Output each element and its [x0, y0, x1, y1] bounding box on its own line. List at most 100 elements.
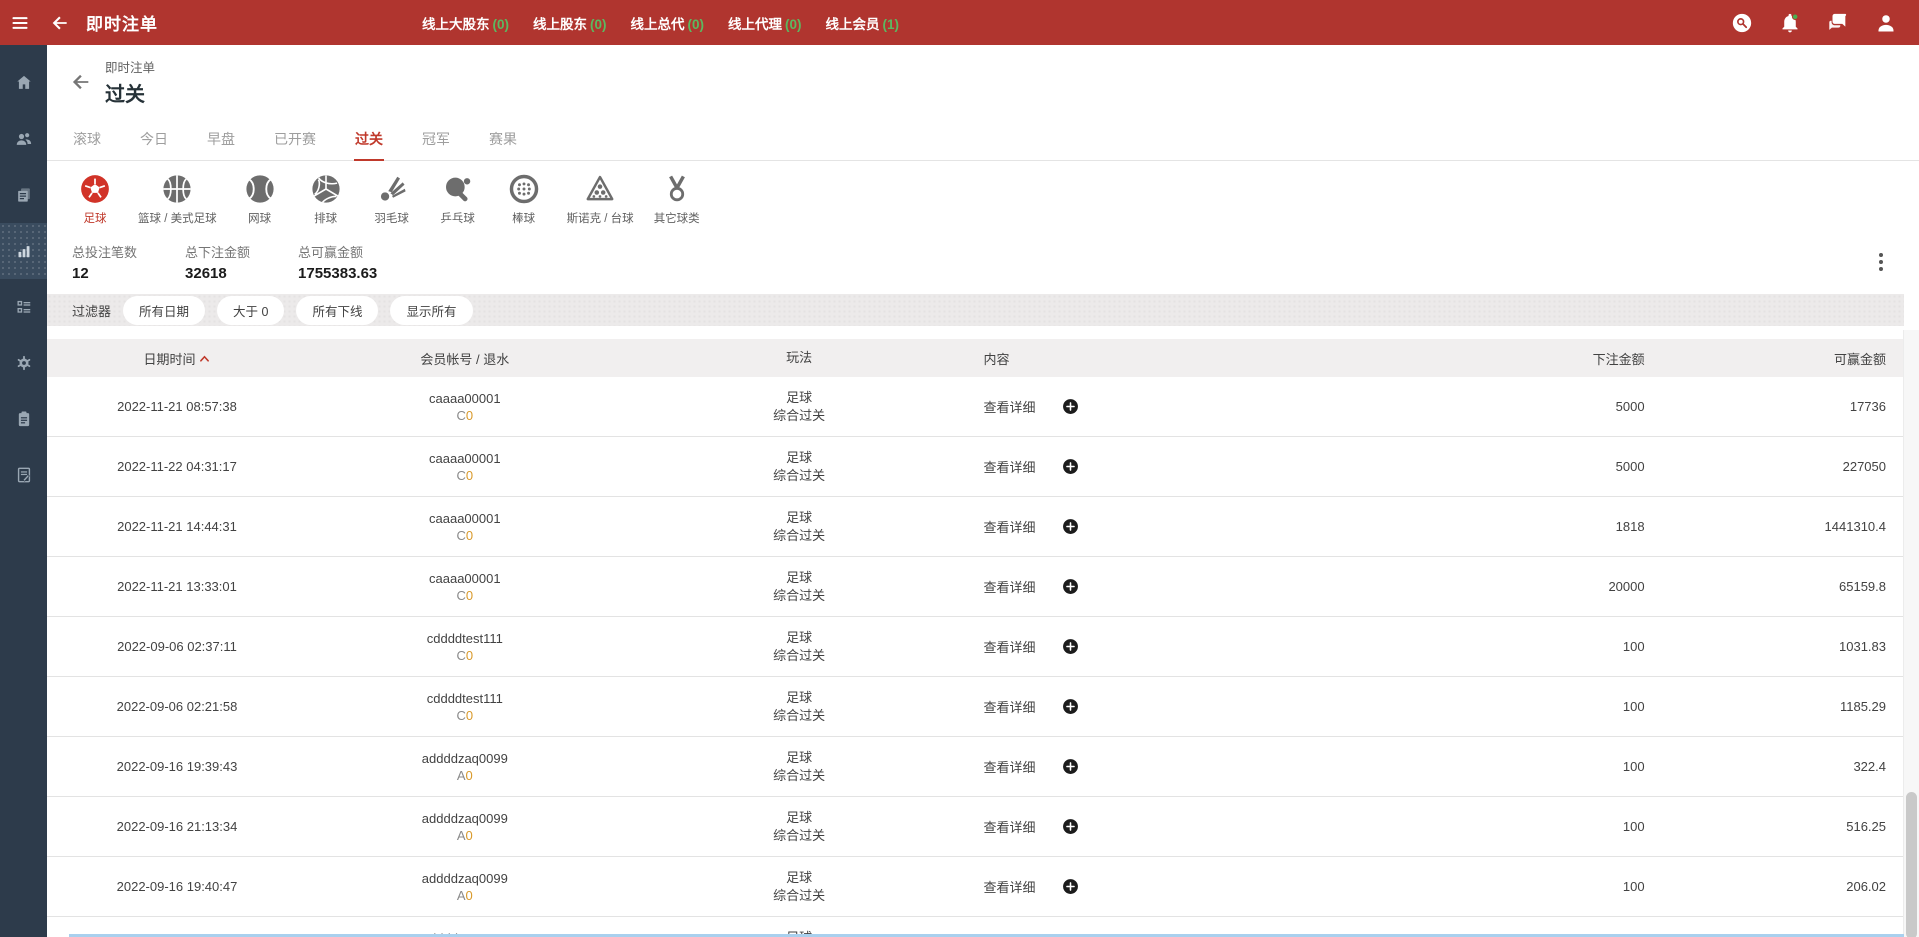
nav-online-general-agent[interactable]: 线上总代 (0)	[631, 13, 705, 33]
header-bet-amount: 下注金额	[1592, 351, 1645, 367]
expand-button[interactable]	[1062, 878, 1079, 895]
tab-parlay[interactable]: 过关	[354, 125, 384, 161]
cell-bet-amount: 100	[1622, 639, 1645, 654]
search-button[interactable]	[1723, 0, 1761, 45]
messages-button[interactable]	[1819, 0, 1857, 45]
account-tier: C0	[456, 587, 474, 603]
main-content: 即时注单 过关 滚球 今日 早盘 已开赛 过关 冠军 赛果 足球 篮球 / 美式…	[47, 45, 1919, 937]
view-detail-link[interactable]: 查看详细	[983, 517, 1035, 536]
cell-account: addddzaq0099 A0	[307, 750, 623, 784]
view-detail-link[interactable]: 查看详细	[983, 877, 1035, 896]
sidebar-item-users[interactable]	[0, 111, 47, 167]
sport-snooker[interactable]: 斯诺克 / 台球	[567, 173, 634, 226]
view-detail-link[interactable]: 查看详细	[983, 457, 1035, 476]
sidebar-item-news[interactable]	[0, 167, 47, 223]
more-options-button[interactable]	[1869, 248, 1893, 276]
stat-value: 1755383.63	[298, 265, 378, 282]
users-icon	[16, 133, 31, 145]
cell-content: 查看详细	[975, 697, 1403, 716]
view-detail-link[interactable]: 查看详细	[983, 697, 1035, 716]
expand-button[interactable]	[1062, 698, 1079, 715]
expand-button[interactable]	[1062, 578, 1079, 595]
menu-button[interactable]	[0, 0, 40, 45]
cell-win-amount: 1031.83	[1839, 639, 1886, 654]
sidebar-item-lists[interactable]	[0, 279, 47, 335]
cell-datetime: 2022-11-21 08:57:38	[117, 399, 237, 414]
notifications-button[interactable]	[1771, 0, 1809, 45]
market-tabs: 滚球 今日 早盘 已开赛 过关 冠军 赛果	[47, 125, 1919, 161]
account-name: caaaa00001	[429, 450, 501, 466]
expand-button[interactable]	[1062, 758, 1079, 775]
page-back-button[interactable]	[63, 64, 99, 100]
sport-tennis[interactable]: 网球	[237, 173, 283, 226]
sidebar-item-home[interactable]	[0, 55, 47, 111]
tab-champion[interactable]: 冠军	[421, 125, 451, 161]
tab-rolling[interactable]: 滚球	[72, 125, 102, 161]
vertical-scrollbar	[1903, 330, 1919, 937]
tab-early[interactable]: 早盘	[206, 125, 236, 161]
expand-button[interactable]	[1062, 638, 1079, 655]
sport-basketball[interactable]: 篮球 / 美式足球	[138, 173, 217, 226]
sidebar-item-clipboard[interactable]	[0, 391, 47, 447]
sport-label: 乒乓球	[440, 213, 475, 225]
sport-badminton[interactable]: 羽毛球	[369, 173, 415, 226]
page-header: 即时注单 过关	[47, 45, 1919, 107]
play-sport: 足球	[786, 449, 813, 465]
cell-bet-amount: 100	[1622, 699, 1645, 714]
expand-button[interactable]	[1062, 818, 1079, 835]
expand-button[interactable]	[1062, 458, 1079, 475]
view-detail-link[interactable]: 查看详细	[983, 757, 1035, 776]
nav-count: (0)	[687, 16, 705, 32]
cell-datetime: 2022-11-21 13:33:01	[117, 579, 237, 594]
account-name: addddzaq0099	[421, 870, 508, 886]
header-content: 内容	[983, 351, 1010, 367]
sidebar-item-settings[interactable]	[0, 335, 47, 391]
sport-other[interactable]: 其它球类	[654, 173, 700, 226]
table-row: 2022-09-16 21:13:34 addddzaq0099 A0 足球 综…	[47, 797, 1904, 857]
tab-results[interactable]: 赛果	[488, 125, 518, 161]
sidebar-item-reports-chart[interactable]	[0, 223, 47, 279]
sport-label: 棒球	[512, 213, 536, 225]
filter-chip-show-all[interactable]: 显示所有	[390, 295, 473, 325]
expand-button[interactable]	[1062, 518, 1079, 535]
view-detail-link[interactable]: 查看详细	[983, 637, 1035, 656]
cell-play: 足球 综合过关	[623, 809, 976, 845]
filter-chip-all-downlines[interactable]: 所有下线	[296, 295, 379, 325]
cell-bet-amount: 20000	[1608, 579, 1645, 594]
stat-total-bet-amount: 总下注金额 32618	[185, 242, 250, 282]
tab-started[interactable]: 已开赛	[273, 125, 317, 161]
nav-online-shareholder[interactable]: 线上股东 (0)	[533, 13, 607, 33]
tab-today[interactable]: 今日	[139, 125, 169, 161]
plus-circle-icon	[1062, 519, 1078, 534]
nav-online-major-shareholder[interactable]: 线上大股东 (0)	[422, 13, 509, 33]
account-button[interactable]	[1867, 0, 1905, 45]
sport-table-tennis[interactable]: 乒乓球	[435, 173, 481, 226]
filter-chip-greater-than-zero[interactable]: 大于 0	[217, 295, 285, 325]
view-detail-link[interactable]: 查看详细	[983, 577, 1035, 596]
nav-online-agent[interactable]: 线上代理 (0)	[728, 13, 802, 33]
view-detail-link[interactable]: 查看详细	[983, 817, 1035, 836]
badminton-icon	[380, 176, 406, 201]
sport-soccer[interactable]: 足球	[72, 173, 118, 226]
topbar-back-button[interactable]	[40, 0, 80, 45]
play-sport: 足球	[786, 689, 813, 705]
cell-play: 足球 综合过关	[623, 389, 976, 425]
cell-win-amount: 65159.8	[1839, 579, 1886, 594]
scrollbar-thumb[interactable]	[1906, 792, 1917, 937]
cell-bet-amount: 5000	[1615, 459, 1645, 474]
table-tennis-icon	[445, 177, 470, 202]
cell-account: caaaa00001 C0	[307, 510, 623, 544]
play-sport: 足球	[786, 509, 813, 525]
header-datetime-sortable[interactable]: 日期时间	[47, 349, 307, 368]
sport-baseball[interactable]: 棒球	[501, 173, 547, 226]
expand-button[interactable]	[1062, 398, 1079, 415]
nav-online-member[interactable]: 线上会员 (1)	[826, 13, 900, 33]
back-arrow-icon	[72, 74, 89, 90]
sidebar-item-report-edit[interactable]	[0, 447, 47, 503]
sport-volleyball[interactable]: 排球	[303, 173, 349, 226]
cell-account: caaaa00001 C0	[307, 390, 623, 424]
view-detail-link[interactable]: 查看详细	[983, 397, 1035, 416]
filter-bar: 过滤器 所有日期 大于 0 所有下线 显示所有	[47, 294, 1904, 326]
account-name: addddzaq0099	[421, 810, 508, 826]
filter-chip-all-dates[interactable]: 所有日期	[123, 295, 206, 325]
